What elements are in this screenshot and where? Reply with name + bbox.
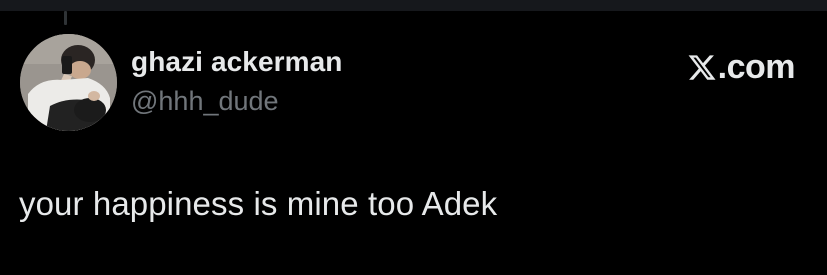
avatar-photo <box>20 34 117 131</box>
avatar[interactable] <box>20 34 117 131</box>
thread-connector-line <box>64 11 67 25</box>
tweet-text: your happiness is mine too Adek <box>19 185 498 222</box>
x-logo-icon <box>688 55 716 80</box>
brand-domain-text: .com <box>717 48 796 86</box>
author-display-name[interactable]: ghazi ackerman <box>131 46 343 78</box>
brand-watermark: .com <box>687 48 796 87</box>
previous-post-strip <box>0 0 827 11</box>
author-handle[interactable]: @hhh_dude <box>131 86 279 117</box>
